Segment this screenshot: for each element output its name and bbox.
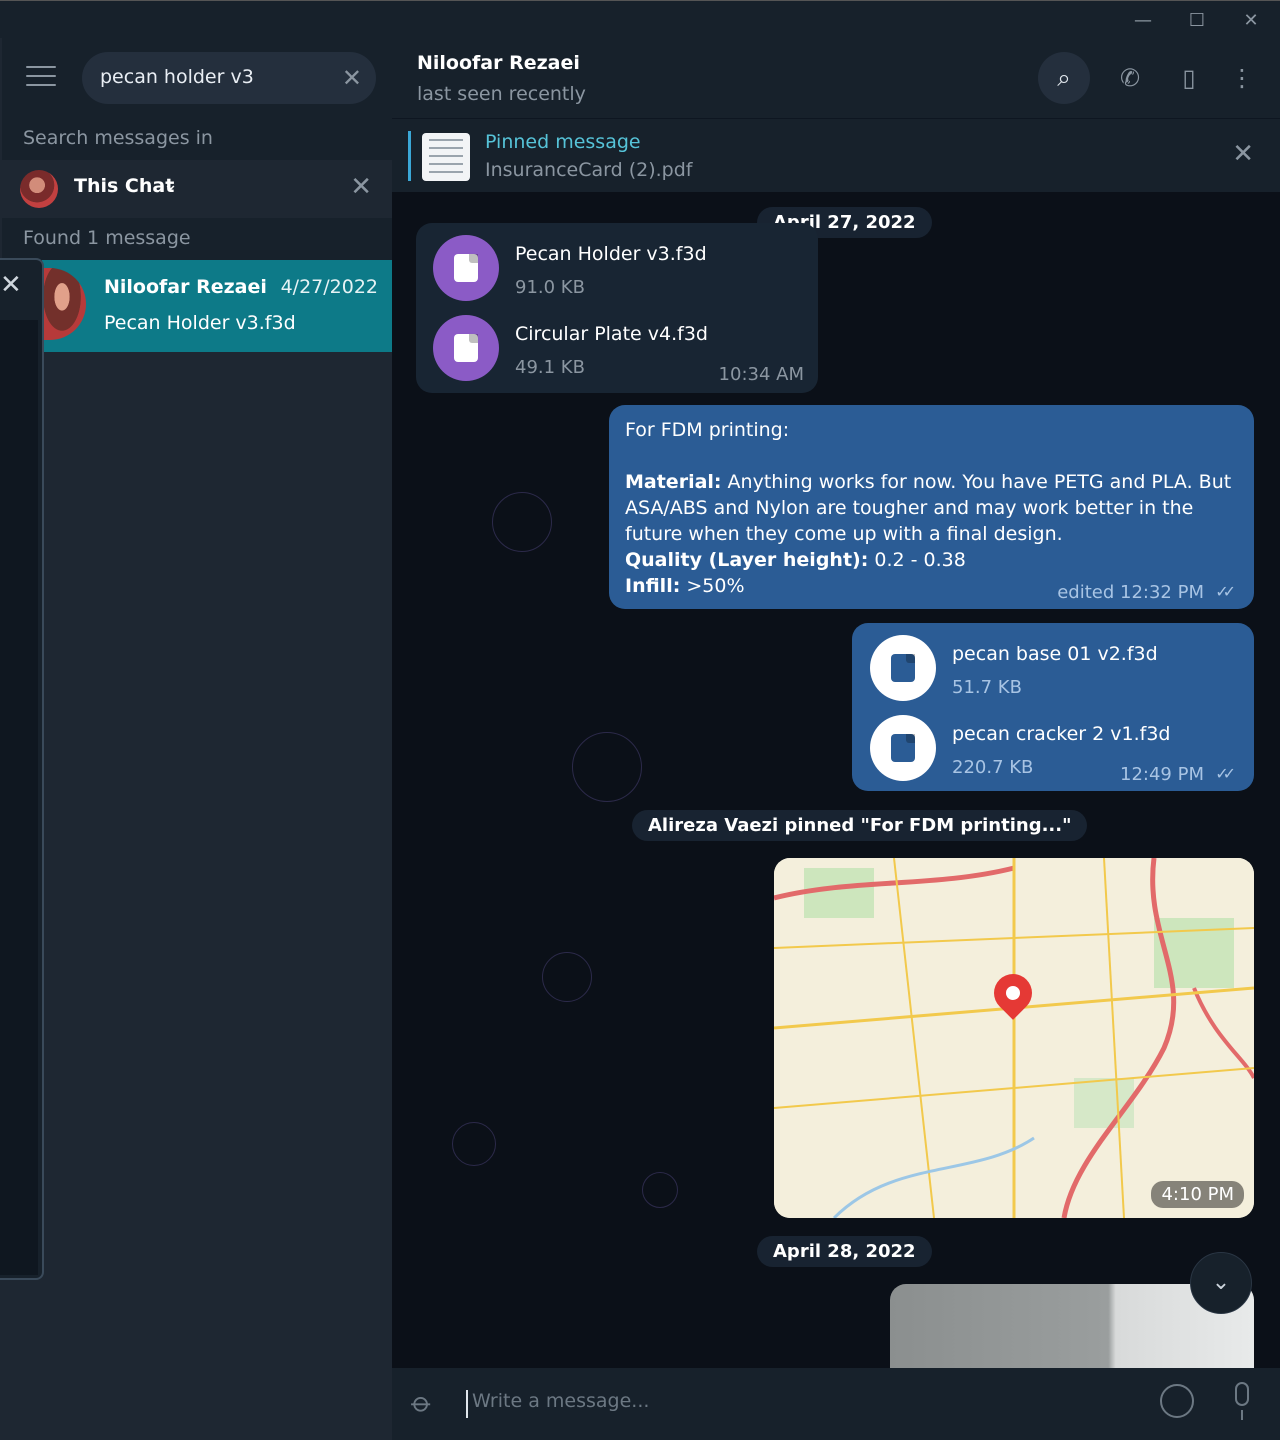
menu-icon[interactable] (26, 66, 56, 88)
title-bar: — ☐ ✕ (0, 0, 1280, 38)
clear-search-icon[interactable]: ✕ (342, 64, 362, 92)
close-icon[interactable]: ✕ (0, 270, 22, 300)
microphone-icon[interactable] (1228, 1380, 1256, 1424)
avatar (20, 170, 58, 208)
file-attachment[interactable]: pecan base 01 v2.f3d 51.7 KB (870, 635, 1240, 705)
read-checks-icon: ✓✓ (1215, 764, 1236, 783)
paperclip-icon[interactable]: ⌀ (405, 1385, 440, 1420)
search-in-label: Search messages in (2, 118, 392, 160)
infill-label: Infill: (625, 575, 681, 597)
background-doodle (642, 1172, 678, 1208)
chat-area: Niloofar Rezaei last seen recently ⌕ ✆ ▯… (392, 38, 1280, 1440)
sidebar: pecan holder v3 ✕ Search messages in Thi… (2, 38, 392, 1440)
read-checks-icon: ✓✓ (1215, 582, 1236, 601)
result-date: 4/27/2022 (280, 276, 378, 298)
file-icon[interactable] (433, 235, 499, 301)
emoji-icon[interactable] (1160, 1384, 1194, 1418)
panel-content (0, 320, 38, 1275)
quality-label: Quality (Layer height): (625, 549, 869, 571)
incoming-message[interactable]: Pecan Holder v3.f3d 91.0 KB Circular Pla… (416, 223, 818, 393)
sidebar-toggle-icon[interactable]: ▯ (1163, 52, 1215, 104)
chat-status: last seen recently (417, 83, 586, 105)
infill-text: >50% (680, 575, 745, 597)
pinned-title: Pinned message (485, 131, 641, 153)
date-separator: April 28, 2022 (757, 1236, 932, 1267)
message-line: For FDM printing: (625, 419, 790, 441)
file-name: Circular Plate v4.f3d (515, 323, 708, 345)
outgoing-message[interactable]: For FDM printing: Material: Anything wor… (609, 405, 1254, 609)
message-time: 10:34 AM (718, 364, 804, 385)
close-filter-icon[interactable]: ✕ (350, 172, 372, 202)
message-input[interactable]: Write a message... (466, 1390, 649, 1418)
chat-filter[interactable]: This Chat ⌄ ✕ (2, 160, 392, 218)
search-input[interactable]: pecan holder v3 ✕ (82, 52, 376, 104)
message-time: 12:49 PM (1120, 764, 1204, 785)
sidebar-header: pecan holder v3 ✕ (2, 38, 392, 118)
pinned-accent-bar (408, 131, 411, 181)
floating-panel: ✕ (0, 258, 44, 1280)
message-text: For FDM printing: Material: Anything wor… (625, 417, 1235, 599)
map-image (774, 858, 1254, 1218)
file-icon[interactable] (870, 635, 936, 701)
more-options-icon[interactable]: ⋮ (1216, 52, 1268, 104)
file-name: pecan base 01 v2.f3d (952, 643, 1158, 665)
background-doodle (452, 1122, 496, 1166)
search-icon[interactable]: ⌕ (1038, 52, 1090, 104)
file-size: 51.7 KB (952, 677, 1022, 698)
chat-name[interactable]: Niloofar Rezaei (417, 52, 580, 74)
pinned-thumbnail (422, 133, 470, 181)
pinned-file: InsuranceCard (2).pdf (485, 159, 693, 181)
found-label: Found 1 message (2, 218, 392, 260)
avatar (38, 268, 86, 340)
outgoing-message[interactable]: pecan base 01 v2.f3d 51.7 KB pecan crack… (852, 623, 1254, 791)
quality-text: 0.2 - 0.38 (868, 549, 966, 571)
close-window-button[interactable]: ✕ (1236, 7, 1266, 35)
message-time: edited 12:32 PM (1057, 582, 1204, 603)
result-message: Pecan Holder v3.f3d (104, 312, 296, 334)
scroll-down-button[interactable]: ⌄ (1190, 1252, 1252, 1314)
chat-header: Niloofar Rezaei last seen recently ⌕ ✆ ▯… (392, 38, 1280, 118)
search-value[interactable]: pecan holder v3 (100, 66, 254, 88)
background-doodle (492, 492, 552, 552)
chat-filter-label[interactable]: This Chat (74, 175, 174, 197)
maximize-button[interactable]: ☐ (1182, 7, 1212, 35)
background-doodle (542, 952, 592, 1002)
close-pinned-icon[interactable]: ✕ (1232, 139, 1254, 169)
message-list: April 27, 2022 Pecan Holder v3.f3d 91.0 … (392, 192, 1280, 1368)
material-label: Material: (625, 471, 722, 493)
phone-icon[interactable]: ✆ (1104, 52, 1156, 104)
search-result-item[interactable]: Niloofar Rezaei 4/27/2022 Pecan Holder v… (38, 260, 392, 352)
file-size: 49.1 KB (515, 357, 585, 378)
result-name: Niloofar Rezaei (104, 276, 267, 298)
pinned-message-bar[interactable]: Pinned message InsuranceCard (2).pdf ✕ (392, 118, 1280, 192)
pinned-service-message: Alireza Vaezi pinned "For FDM printing..… (632, 810, 1088, 841)
file-attachment[interactable]: Pecan Holder v3.f3d 91.0 KB (433, 235, 803, 305)
file-name: pecan cracker 2 v1.f3d (952, 723, 1171, 745)
composer: ⌀ Write a message... (392, 1368, 1280, 1440)
location-map[interactable]: 4:10 PM (774, 858, 1254, 1218)
message-time: 4:10 PM (1151, 1181, 1244, 1208)
file-size: 220.7 KB (952, 757, 1034, 778)
background-doodle (572, 732, 642, 802)
minimize-button[interactable]: — (1128, 7, 1158, 35)
file-icon[interactable] (870, 715, 936, 781)
file-name: Pecan Holder v3.f3d (515, 243, 707, 265)
chevron-down-icon[interactable]: ⌄ (163, 174, 178, 195)
file-icon[interactable] (433, 315, 499, 381)
file-size: 91.0 KB (515, 277, 585, 298)
